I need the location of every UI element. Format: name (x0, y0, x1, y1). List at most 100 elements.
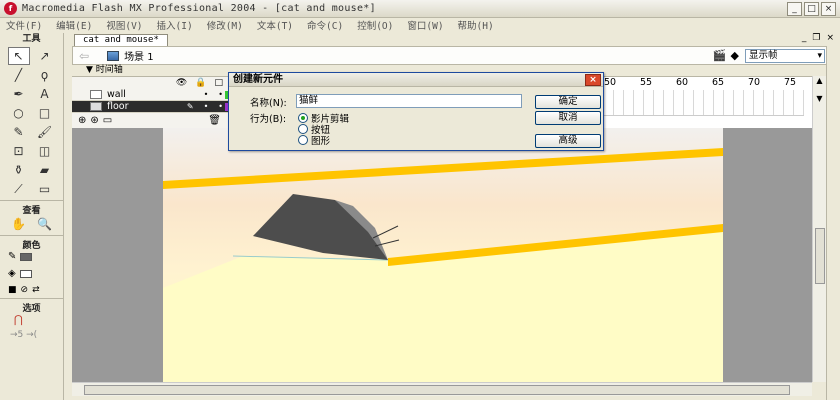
menu-text[interactable]: 文本(T) (257, 18, 293, 32)
name-label: 名称(N): (250, 98, 287, 109)
advanced-button[interactable]: 高级 (535, 134, 601, 148)
vertical-scroll-thumb[interactable] (815, 228, 825, 284)
layer-header: 👁 🔒 □ (72, 77, 229, 89)
menu-commands[interactable]: 命令(C) (307, 18, 343, 32)
ruler-label: 75 (784, 77, 797, 88)
ruler-label: 60 (676, 77, 689, 88)
dialog-title: 创建新元件 (229, 73, 603, 87)
text-tool-icon[interactable]: A (34, 85, 56, 103)
fill-color-swatch[interactable] (19, 269, 32, 278)
ok-button[interactable]: 确定 (535, 95, 601, 109)
eyedropper-tool-icon[interactable]: ⟋ (8, 180, 30, 198)
line-tool-icon[interactable]: ╱ (8, 66, 30, 84)
fill-transform-tool-icon[interactable]: ◫ (34, 142, 56, 160)
free-transform-tool-icon[interactable]: ⊡ (8, 142, 30, 160)
visibility-dot-icon[interactable]: • (204, 102, 209, 111)
cancel-button[interactable]: 取消 (535, 111, 601, 125)
close-button[interactable]: × (821, 2, 836, 16)
color-options: ■ ⊘ ⇄ (0, 282, 63, 298)
swap-colors-icon[interactable]: ⇄ (32, 285, 40, 295)
no-color-icon[interactable]: ⊘ (21, 285, 29, 295)
visibility-dot-icon[interactable]: • (204, 90, 209, 99)
radio-label: 图形 (311, 136, 331, 147)
lasso-tool-icon[interactable]: ϙ (34, 66, 56, 84)
flash-logo-icon: f (4, 2, 17, 15)
menu-window[interactable]: 窗口(W) (407, 18, 443, 32)
back-arrow-icon[interactable]: ⇦ (79, 49, 89, 63)
stage-vertical-scrollbar[interactable] (812, 128, 826, 382)
eye-icon[interactable]: 👁 (176, 78, 187, 88)
horizontal-scroll-thumb[interactable] (84, 385, 790, 395)
layers-column: 👁 🔒 □ wall • • floor ✎ • • ⊕ ⊛ ▭ 🗑 (72, 77, 233, 129)
ink-bottle-tool-icon[interactable]: ⚱ (8, 161, 30, 179)
doc-restore-button[interactable]: ❐ (812, 33, 820, 43)
zoom-select[interactable]: 显示帧 (745, 49, 825, 63)
maximize-button[interactable]: □ (804, 2, 819, 16)
tools-header: 工具 (22, 34, 41, 44)
layer-row-wall[interactable]: wall • • (72, 89, 233, 101)
timeline-scrollbar[interactable]: ▲ ▼ (812, 76, 826, 128)
lock-icon[interactable]: 🔒 (195, 78, 206, 88)
oval-tool-icon[interactable]: ○ (8, 104, 30, 122)
smooth-straighten-icons[interactable]: →5 →( (0, 328, 63, 342)
menu-help[interactable]: 帮助(H) (458, 18, 494, 32)
pencil-edit-icon: ✎ (186, 102, 194, 111)
menu-file[interactable]: 文件(F) (6, 18, 42, 32)
frame-grid[interactable] (604, 90, 804, 116)
eraser-tool-icon[interactable]: ▭ (34, 180, 56, 198)
layer-icon (90, 90, 102, 99)
edit-symbol-icon[interactable]: ◆ (731, 49, 739, 62)
symbol-name-input[interactable]: 猫鲜 (296, 94, 522, 108)
lock-dot-icon[interactable]: • (218, 90, 223, 99)
layer-row-floor[interactable]: floor ✎ • • (72, 101, 233, 113)
pencil-tool-icon[interactable]: ✎ (8, 123, 30, 141)
add-guide-icon[interactable]: ⊛ (90, 115, 98, 126)
pen-tool-icon[interactable]: ✒ (8, 85, 30, 103)
menu-bar: 文件(F) 编辑(E) 视图(V) 插入(I) 修改(M) 文本(T) 命令(C… (0, 18, 840, 32)
edit-scene-icon[interactable]: 🎬 (713, 49, 727, 62)
layer-tools: ⊕ ⊛ ▭ 🗑 (72, 113, 229, 127)
brush-tool-icon[interactable]: 🖌 (34, 123, 56, 141)
layer-name: wall (107, 89, 126, 100)
stage-horizontal-scrollbar[interactable] (72, 382, 812, 396)
menu-modify[interactable]: 修改(M) (207, 18, 243, 32)
scene-tools: 🎬 ◆ (713, 49, 739, 62)
stage[interactable] (163, 128, 723, 382)
outline-icon[interactable]: □ (214, 78, 223, 88)
add-layer-icon[interactable]: ⊕ (78, 115, 86, 126)
menu-edit[interactable]: 编辑(E) (56, 18, 92, 32)
delete-layer-icon[interactable]: 🗑 (208, 115, 221, 126)
right-panel-strip (826, 46, 840, 400)
fill-bucket-icon: ◈ (8, 268, 16, 279)
arrow-tool-icon[interactable]: ↖ (7, 47, 30, 65)
document-tab[interactable]: cat and mouse* (74, 34, 168, 46)
doc-close-button[interactable]: × (826, 33, 834, 43)
add-folder-icon[interactable]: ▭ (103, 115, 112, 126)
layer-flags: ✎ • • (187, 102, 223, 111)
rectangle-tool-icon[interactable]: □ (34, 104, 56, 122)
stroke-color-swatch[interactable] (20, 252, 33, 261)
ruler-label: 70 (748, 77, 761, 88)
black-white-icon[interactable]: ■ (8, 285, 17, 295)
tool-grid: ↖ ↗ ╱ ϙ ✒ A ○ □ ✎ 🖌 ⊡ ◫ ⚱ ▰ ⟋ ▭ (0, 45, 63, 200)
hand-tool-icon[interactable]: ✋ (8, 215, 30, 233)
behavior-label: 行为(B): (250, 114, 287, 125)
window-title: Macromedia Flash MX Professional 2004 - … (22, 3, 376, 14)
doc-minimize-button[interactable]: _ (802, 33, 807, 43)
document-controls: _ ❐ × (802, 33, 834, 43)
subselect-tool-icon[interactable]: ↗ (34, 47, 56, 65)
document-tab-bar: cat and mouse* _ ❐ × (72, 33, 840, 46)
radio-dot-icon (298, 135, 308, 145)
menu-control[interactable]: 控制(O) (357, 18, 393, 32)
paint-bucket-tool-icon[interactable]: ▰ (34, 161, 56, 179)
menu-view[interactable]: 视图(V) (106, 18, 142, 32)
lock-dot-icon[interactable]: • (218, 102, 223, 111)
radio-graphic[interactable]: 图形 (298, 133, 330, 147)
menu-insert[interactable]: 插入(I) (157, 18, 193, 32)
floor-area (163, 228, 723, 382)
zoom-tool-icon[interactable]: 🔍 (34, 215, 56, 233)
ruler-label: 50 (604, 77, 617, 88)
scene-bar: ⇦ 场景 1 🎬 ◆ 显示帧 (72, 46, 840, 65)
dialog-close-button[interactable]: × (585, 74, 601, 86)
minimize-button[interactable]: _ (787, 2, 802, 16)
